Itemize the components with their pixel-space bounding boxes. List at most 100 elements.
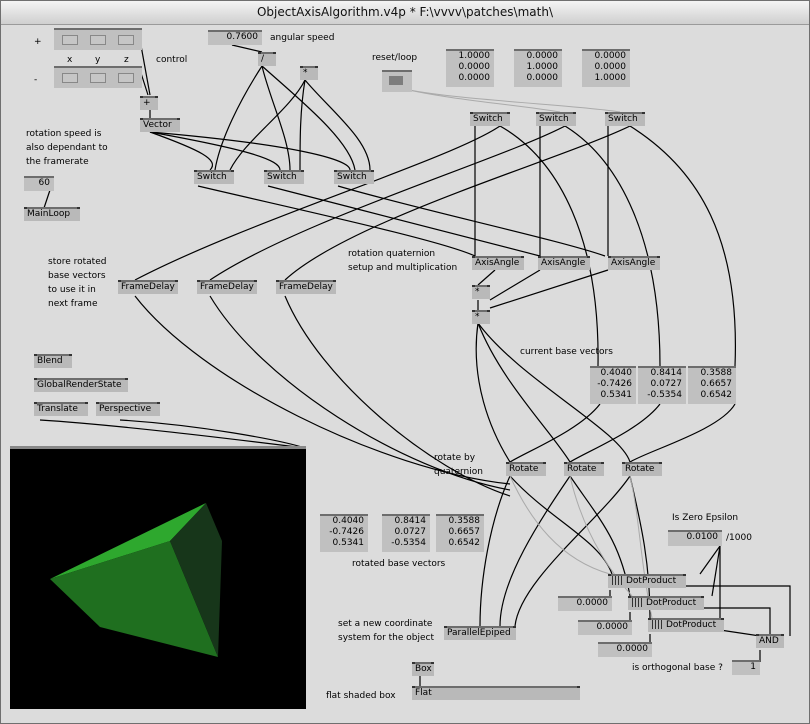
axisangle-node-3[interactable]: AxisAngle [608,256,660,270]
parallelepiped-node[interactable]: ParallelEpiped [444,626,516,640]
current1-z: 0.5341 [600,390,633,400]
and-result[interactable]: 1 [732,660,760,675]
axis1-y: 0.0000 [458,62,491,72]
framerate-value[interactable]: 60 [24,176,54,191]
rotated-base-vector-1[interactable]: 0.4040 -0.7426 0.5341 [320,514,368,552]
store-note-3: to use it in [48,285,96,295]
axis-vector-1[interactable]: 1.0000 0.0000 0.0000 [446,49,494,87]
cube-render [50,503,222,657]
switch-node-5[interactable]: Switch [536,112,576,126]
switch-node-4[interactable]: Switch [470,112,510,126]
current-base-vector-1[interactable]: 0.4040 -0.7426 0.5341 [590,366,636,404]
current3-z: 0.6542 [700,390,733,400]
minus-y-button[interactable] [90,73,106,83]
rotate-node-1[interactable]: Rotate [506,462,546,476]
angular-speed-value[interactable]: 0.7600 [208,30,262,45]
axis-vector-2[interactable]: 0.0000 1.0000 0.0000 [514,49,562,87]
current-base-vector-2[interactable]: 0.8414 0.0727 -0.5354 [638,366,686,404]
set-new-label-2: system for the object [338,633,434,643]
axisangle-node-1[interactable]: AxisAngle [472,256,524,270]
plus-button-group[interactable] [54,28,142,50]
store-note-4: next frame [48,299,98,309]
axis3-z: 1.0000 [594,73,627,83]
axis2-x: 0.0000 [526,51,559,61]
mainloop-node[interactable]: MainLoop [24,207,80,221]
axis1-z: 0.0000 [458,73,491,83]
flat-node[interactable]: Flat [412,686,580,700]
current2-z: -0.5354 [647,390,682,400]
rot-speed-note-3: the framerate [26,157,89,167]
window-title: ObjectAxisAlgorithm.v4p * F:\vvvv\patche… [1,1,809,25]
set-new-label-1: set a new coordinate [338,619,433,629]
dot-result-2[interactable]: 0.0000 [578,620,632,635]
plus-y-button[interactable] [90,35,106,45]
translate-node[interactable]: Translate [34,402,88,416]
axis1-x: 1.0000 [458,51,491,61]
store-note-2: base vectors [48,271,106,281]
rotate-node-3[interactable]: Rotate [622,462,662,476]
multiply-node[interactable]: * [300,66,318,80]
rotated-base-vector-2[interactable]: 0.8414 0.0727 -0.5354 [382,514,430,552]
epsilon-value[interactable]: 0.0100 [668,530,722,546]
quat-note-2: setup and multiplication [348,263,458,273]
vector-node[interactable]: Vector [140,118,180,132]
dot-result-3[interactable]: 0.0000 [598,642,652,657]
store-note-1: store rotated [48,257,107,267]
framedelay-node-2[interactable]: FrameDelay [197,280,257,294]
divide-node[interactable]: / [258,52,276,66]
current1-x: 0.4040 [600,368,633,378]
plus-z-button[interactable] [118,35,134,45]
axis2-z: 0.0000 [526,73,559,83]
dotproduct-node-2[interactable]: |||| DotProduct [628,596,704,610]
renderer-window[interactable] [10,449,306,709]
reset-loop-toggle[interactable] [382,70,412,92]
x-label: x [67,55,73,65]
minus-x-button[interactable] [62,73,78,83]
current3-y: 0.6657 [700,379,733,389]
current-base-vector-3[interactable]: 0.3588 0.6657 0.6542 [688,366,736,404]
rotated2-z: -0.5354 [391,538,426,548]
box-node[interactable]: Box [412,662,434,676]
current2-y: 0.0727 [650,379,683,389]
blend-node[interactable]: Blend [34,354,72,368]
rotated3-z: 0.6542 [448,538,481,548]
rotate-node-2[interactable]: Rotate [564,462,604,476]
axis2-y: 1.0000 [526,62,559,72]
y-label: y [95,55,101,65]
dotproduct-node-3[interactable]: |||| DotProduct [648,618,724,632]
reset-loop-label: reset/loop [372,53,418,63]
switch-node-2[interactable]: Switch [264,170,304,184]
rotate-by-label-1: rotate by [434,453,476,463]
rotated1-z: 0.5341 [332,538,365,548]
orthogonal-label: is orthogonal base ? [632,663,723,673]
and-node[interactable]: AND [756,634,784,648]
minus-z-button[interactable] [118,73,134,83]
current1-y: -0.7426 [597,379,632,389]
framedelay-node-1[interactable]: FrameDelay [118,280,178,294]
rotated-base-vector-3[interactable]: 0.3588 0.6657 0.6542 [436,514,484,552]
rotated2-y: 0.0727 [394,527,427,537]
dotproduct-node-1[interactable]: |||| DotProduct [608,574,686,588]
axis3-y: 0.0000 [594,62,627,72]
switch-node-3[interactable]: Switch [334,170,374,184]
rot-speed-note-2: also dependant to [26,143,108,153]
control-label: control [156,55,188,65]
quat-note-1: rotation quaternion [348,249,436,259]
perspective-node[interactable]: Perspective [96,402,160,416]
rotated2-x: 0.8414 [394,516,427,526]
add-node[interactable]: + [140,96,158,110]
globalrenderstate-node[interactable]: GlobalRenderState [34,378,128,392]
rotated1-x: 0.4040 [332,516,365,526]
quat-multiply-node-2[interactable]: * [472,310,490,324]
minus-button-group[interactable] [54,66,142,88]
axis-vector-3[interactable]: 0.0000 0.0000 1.0000 [582,49,630,87]
flat-shaded-label: flat shaded box [326,691,396,701]
per-1000-label: /1000 [726,533,752,543]
switch-node-6[interactable]: Switch [605,112,645,126]
framedelay-node-3[interactable]: FrameDelay [276,280,336,294]
switch-node-1[interactable]: Switch [194,170,234,184]
quat-multiply-node-1[interactable]: * [472,285,490,299]
axisangle-node-2[interactable]: AxisAngle [538,256,590,270]
dot-result-1[interactable]: 0.0000 [558,596,612,611]
plus-x-button[interactable] [62,35,78,45]
